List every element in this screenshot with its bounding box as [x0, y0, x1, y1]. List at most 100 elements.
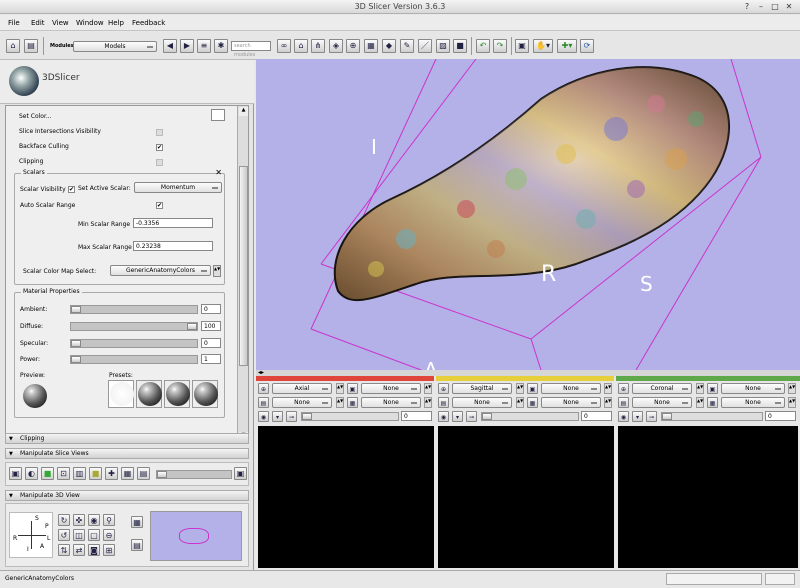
- prev-module-icon[interactable]: ◀: [163, 39, 177, 53]
- slice-yellow-icon[interactable]: ■: [89, 467, 102, 480]
- crosshair-icon[interactable]: ✚: [105, 467, 118, 480]
- scroll-thumb[interactable]: [239, 166, 248, 366]
- next-module-icon[interactable]: ▶: [180, 39, 194, 53]
- maximize-icon[interactable]: □: [770, 2, 780, 12]
- pitch-icon[interactable]: ⇅: [58, 544, 70, 556]
- menu-edit[interactable]: Edit: [31, 19, 45, 27]
- axial-offset-slider[interactable]: [301, 412, 399, 421]
- coronal-fg-select[interactable]: None: [721, 383, 785, 394]
- axial-lbl-icon[interactable]: ▦: [347, 397, 358, 408]
- slice-opacity-slider[interactable]: [156, 470, 232, 479]
- sagittal-label-select[interactable]: None: [541, 397, 601, 408]
- layout-icon[interactable]: ▣: [515, 39, 529, 53]
- preset-button-2[interactable]: [136, 380, 162, 408]
- color-swatch-button[interactable]: [211, 109, 225, 121]
- colors-icon[interactable]: ▨: [436, 39, 450, 53]
- close-icon[interactable]: ✕: [215, 168, 222, 177]
- specular-input[interactable]: 0: [201, 338, 221, 348]
- coronal-link-icon[interactable]: ⊸: [646, 411, 657, 422]
- axial-fg-spin[interactable]: ▲▼: [424, 383, 432, 394]
- models-icon[interactable]: ◈: [329, 39, 343, 53]
- clipping-checkbox[interactable]: [156, 159, 163, 166]
- axial-offset-input[interactable]: 0: [401, 411, 432, 421]
- home-icon[interactable]: ⌂: [294, 39, 308, 53]
- 3d-view[interactable]: I R S A: [256, 59, 800, 370]
- axial-fg-select[interactable]: None: [361, 383, 421, 394]
- minimize-icon[interactable]: –: [756, 2, 766, 12]
- module-history-icon[interactable]: ≡: [197, 39, 211, 53]
- specular-handle[interactable]: [71, 340, 81, 347]
- coronal-bg-spin[interactable]: ▲▼: [696, 397, 704, 408]
- diffuse-slider[interactable]: [70, 322, 198, 331]
- axial-pin-icon[interactable]: ⊕: [258, 383, 269, 394]
- menu-feedback[interactable]: Feedback: [132, 19, 165, 27]
- max-scalar-input[interactable]: 0.23238: [133, 241, 213, 251]
- slice-green-icon[interactable]: ■: [41, 467, 54, 480]
- undo-icon[interactable]: ↶: [476, 39, 490, 53]
- color-map-select[interactable]: GenericAnatomyColors: [110, 265, 211, 276]
- coronal-pin-icon[interactable]: ⊕: [618, 383, 629, 394]
- slice-fov-icon[interactable]: ▣: [9, 467, 22, 480]
- fiducials-icon[interactable]: ◆: [382, 39, 396, 53]
- menu-file[interactable]: File: [8, 19, 20, 27]
- sagittal-visibility-icon[interactable]: ◉: [438, 411, 449, 422]
- backface-culling-checkbox[interactable]: ✔: [156, 144, 163, 151]
- stereo-icon[interactable]: ◫: [73, 529, 85, 541]
- camera-icon[interactable]: ◉: [88, 514, 100, 526]
- ambient-slider[interactable]: [70, 305, 198, 314]
- coronal-fg-spin[interactable]: ▲▼: [788, 383, 796, 394]
- menu-window[interactable]: Window: [76, 19, 104, 27]
- active-scalar-select[interactable]: Momentum: [134, 182, 222, 193]
- box-icon[interactable]: ▢: [88, 529, 100, 541]
- power-input[interactable]: 1: [201, 354, 221, 364]
- measure-icon[interactable]: ／: [418, 39, 432, 53]
- rotate-icon[interactable]: ↻: [58, 514, 70, 526]
- coronal-spin[interactable]: ▲▼: [696, 383, 704, 394]
- coronal-offset-slider[interactable]: [661, 412, 763, 421]
- sagittal-lbl-spin[interactable]: ▲▼: [604, 397, 612, 408]
- color-map-spin[interactable]: ▲▼: [213, 265, 221, 277]
- screenshot-icon[interactable]: ◙: [88, 544, 100, 556]
- module-search-input[interactable]: search modules: [231, 41, 271, 58]
- data-icon[interactable]: ■: [453, 39, 467, 53]
- coronal-visibility-icon[interactable]: ◉: [618, 411, 629, 422]
- save-scene-icon[interactable]: ▤: [24, 39, 38, 53]
- zoom-icon[interactable]: ⚲: [103, 514, 115, 526]
- coronal-offset-input[interactable]: 0: [765, 411, 796, 421]
- sagittal-menu-icon[interactable]: ▾: [452, 411, 463, 422]
- sagittal-spin[interactable]: ▲▼: [516, 383, 524, 394]
- coronal-menu-icon[interactable]: ▾: [632, 411, 643, 422]
- diffuse-input[interactable]: 100: [201, 321, 221, 331]
- axial-visibility-icon[interactable]: ◉: [258, 411, 269, 422]
- slice-fit-icon[interactable]: ⊡: [57, 467, 70, 480]
- axial-label-select[interactable]: None: [361, 397, 421, 408]
- volumes-icon[interactable]: ▦: [364, 39, 378, 53]
- manipulate-slice-header[interactable]: Manipulate Slice Views: [5, 448, 249, 459]
- sagittal-bg-icon[interactable]: ▤: [438, 397, 449, 408]
- zoom-out-icon[interactable]: ⊖: [103, 529, 115, 541]
- clipping-section-header[interactable]: Clipping: [5, 433, 249, 444]
- sagittal-bg-spin[interactable]: ▲▼: [516, 397, 524, 408]
- mouse-mode-icon[interactable]: ✋▾: [533, 39, 553, 53]
- module-home-icon[interactable]: ✱: [214, 39, 228, 53]
- view-color-icon[interactable]: ▤: [131, 539, 143, 551]
- sagittal-offset-input[interactable]: 0: [581, 411, 612, 421]
- manipulate-3d-header[interactable]: Manipulate 3D View: [5, 490, 249, 501]
- collapse-icon[interactable]: ◂▸: [258, 369, 264, 376]
- axial-bg-select[interactable]: None: [272, 397, 332, 408]
- coronal-lbl-spin[interactable]: ▲▼: [788, 397, 796, 408]
- transforms-icon[interactable]: ⊕: [346, 39, 360, 53]
- coronal-bg-icon[interactable]: ▤: [618, 397, 629, 408]
- close-icon[interactable]: ✕: [784, 2, 794, 12]
- sagittal-orientation-select[interactable]: Sagittal: [452, 383, 512, 394]
- coronal-fg-icon[interactable]: ▣: [707, 383, 718, 394]
- load-scene-icon[interactable]: ⌂: [6, 39, 20, 53]
- coronal-orientation-select[interactable]: Coronal: [632, 383, 692, 394]
- slice-intersections-checkbox[interactable]: [156, 129, 163, 136]
- vertical-scrollbar[interactable]: ▲ ▼: [237, 106, 248, 442]
- help-icon[interactable]: ?: [742, 2, 752, 12]
- sagittal-offset-slider[interactable]: [481, 412, 579, 421]
- ambient-input[interactable]: 0: [201, 304, 221, 314]
- auto-scalar-range-checkbox[interactable]: ✔: [156, 202, 163, 209]
- axial-menu-icon[interactable]: ▾: [272, 411, 283, 422]
